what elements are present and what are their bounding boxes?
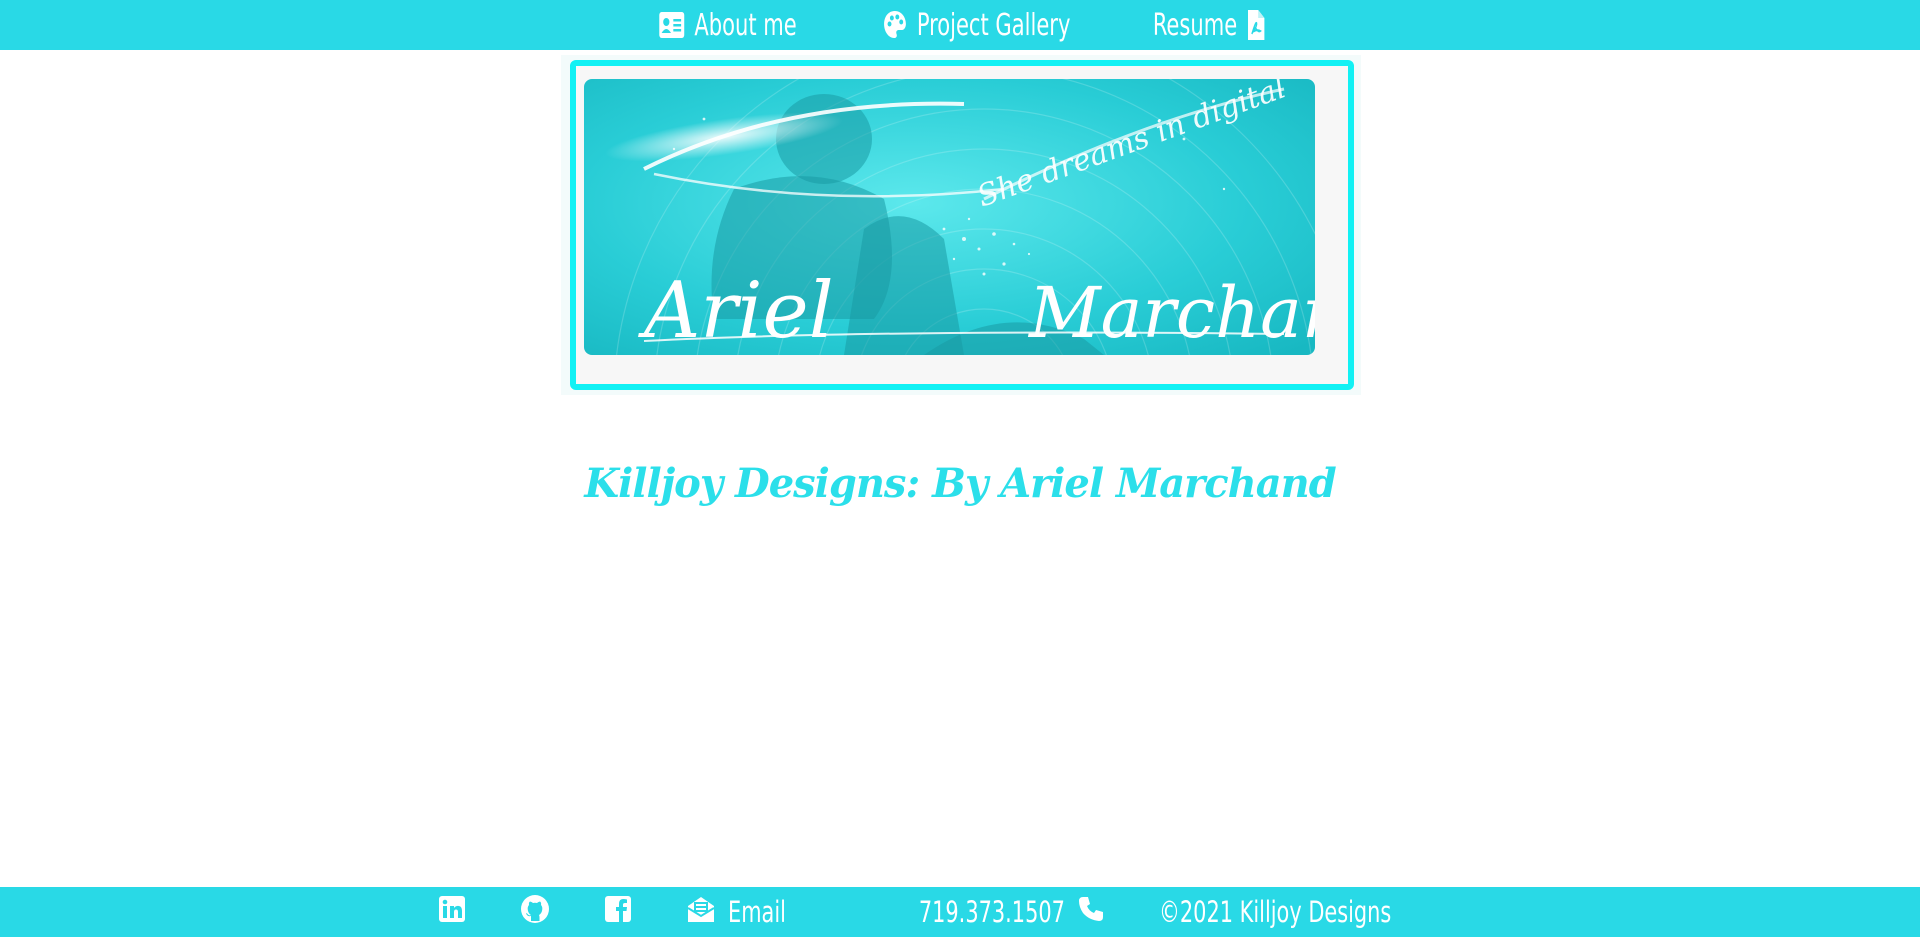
linkedin-icon <box>438 895 466 930</box>
banner-first-name: Ariel <box>638 266 834 355</box>
address-card-icon <box>658 11 685 39</box>
banner: She dreams in digital Ariel Marchand <box>561 55 1361 395</box>
footer: Email 719.373.1507 ©2021 Killjoy Designs <box>0 887 1920 937</box>
banner-image: She dreams in digital Ariel Marchand <box>584 79 1315 355</box>
email-link[interactable]: Email <box>686 894 808 931</box>
copyright: ©2021 Killjoy Designs <box>1159 895 1482 929</box>
github-link[interactable] <box>520 894 550 931</box>
facebook-icon <box>604 895 632 930</box>
facebook-link[interactable] <box>604 895 632 930</box>
top-nav: About me Project Gallery Resume <box>0 0 1920 50</box>
nav-project-gallery[interactable]: Project Gallery <box>883 8 1071 43</box>
nav-project-gallery-label: Project Gallery <box>916 7 1071 43</box>
phone-link[interactable]: 719.373.1507 <box>862 895 1105 930</box>
envelope-open-icon <box>686 894 716 931</box>
page-title: Killjoy Designs: By Ariel Marchand <box>584 460 1336 507</box>
palette-icon <box>883 9 908 41</box>
nav-resume-label: Resume <box>1152 7 1238 43</box>
email-label: Email <box>727 895 786 929</box>
nav-about-me-label: About me <box>694 7 797 43</box>
pdf-file-icon <box>1247 9 1266 41</box>
nav-about-me[interactable]: About me <box>658 7 797 43</box>
github-icon <box>520 894 550 931</box>
phone-icon <box>1077 895 1105 930</box>
phone-number: 719.373.1507 <box>919 895 1066 929</box>
copyright-text: ©2021 Killjoy Designs <box>1159 895 1392 929</box>
linkedin-link[interactable] <box>438 895 466 930</box>
nav-resume[interactable]: Resume <box>1153 8 1265 43</box>
banner-last-name: Marchand <box>1027 272 1315 354</box>
